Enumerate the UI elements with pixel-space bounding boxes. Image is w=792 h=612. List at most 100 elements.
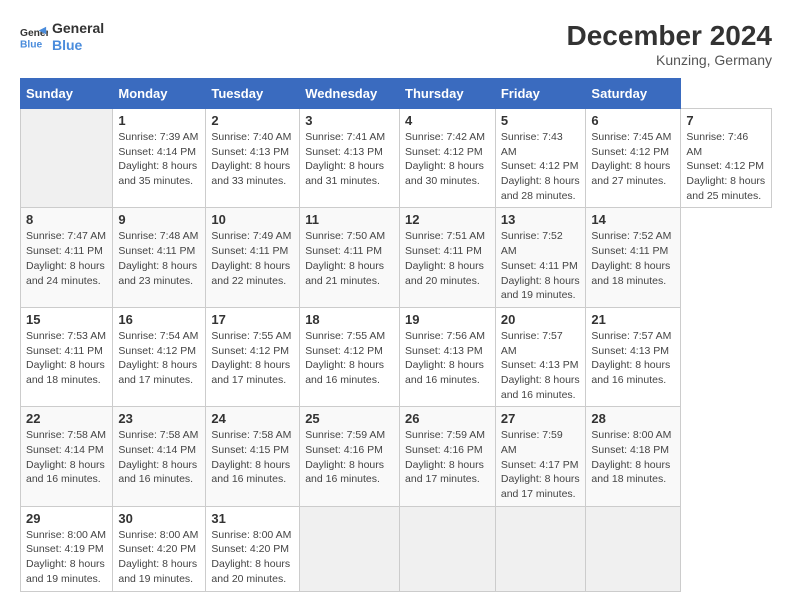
weekday-header-monday: Monday — [113, 79, 206, 109]
calendar-cell: 5 Sunrise: 7:43 AMSunset: 4:12 PMDayligh… — [495, 109, 586, 208]
day-number: 22 — [26, 411, 107, 426]
day-number: 13 — [501, 212, 581, 227]
calendar-cell: 9 Sunrise: 7:48 AMSunset: 4:11 PMDayligh… — [113, 208, 206, 307]
day-info: Sunrise: 7:52 AMSunset: 4:11 PMDaylight:… — [591, 229, 675, 288]
day-number: 12 — [405, 212, 490, 227]
day-number: 3 — [305, 113, 394, 128]
day-number: 30 — [118, 511, 200, 526]
calendar-cell: 1 Sunrise: 7:39 AMSunset: 4:14 PMDayligh… — [113, 109, 206, 208]
day-info: Sunrise: 7:51 AMSunset: 4:11 PMDaylight:… — [405, 229, 490, 288]
day-number: 21 — [591, 312, 675, 327]
calendar-cell — [400, 506, 496, 591]
day-info: Sunrise: 7:40 AMSunset: 4:13 PMDaylight:… — [211, 130, 294, 189]
week-row-4: 22 Sunrise: 7:58 AMSunset: 4:14 PMDaylig… — [21, 407, 772, 506]
day-number: 25 — [305, 411, 394, 426]
weekday-header-thursday: Thursday — [400, 79, 496, 109]
calendar-cell: 11 Sunrise: 7:50 AMSunset: 4:11 PMDaylig… — [300, 208, 400, 307]
title-block: December 2024 Kunzing, Germany — [567, 20, 772, 68]
day-number: 31 — [211, 511, 294, 526]
calendar-cell: 22 Sunrise: 7:58 AMSunset: 4:14 PMDaylig… — [21, 407, 113, 506]
week-row-3: 15 Sunrise: 7:53 AMSunset: 4:11 PMDaylig… — [21, 307, 772, 406]
day-info: Sunrise: 7:55 AMSunset: 4:12 PMDaylight:… — [211, 329, 294, 388]
calendar-cell: 17 Sunrise: 7:55 AMSunset: 4:12 PMDaylig… — [206, 307, 300, 406]
day-number: 6 — [591, 113, 675, 128]
location-subtitle: Kunzing, Germany — [567, 52, 772, 68]
calendar-cell: 30 Sunrise: 8:00 AMSunset: 4:20 PMDaylig… — [113, 506, 206, 591]
day-info: Sunrise: 7:42 AMSunset: 4:12 PMDaylight:… — [405, 130, 490, 189]
logo-icon: General Blue — [20, 23, 48, 51]
svg-text:Blue: Blue — [20, 39, 43, 50]
weekday-header-saturday: Saturday — [586, 79, 681, 109]
day-number: 2 — [211, 113, 294, 128]
calendar-cell — [586, 506, 681, 591]
day-number: 15 — [26, 312, 107, 327]
day-number: 11 — [305, 212, 394, 227]
calendar-cell: 4 Sunrise: 7:42 AMSunset: 4:12 PMDayligh… — [400, 109, 496, 208]
week-row-2: 8 Sunrise: 7:47 AMSunset: 4:11 PMDayligh… — [21, 208, 772, 307]
weekday-header-row: SundayMondayTuesdayWednesdayThursdayFrid… — [21, 79, 772, 109]
weekday-header-wednesday: Wednesday — [300, 79, 400, 109]
day-number: 18 — [305, 312, 394, 327]
day-number: 23 — [118, 411, 200, 426]
calendar-cell: 6 Sunrise: 7:45 AMSunset: 4:12 PMDayligh… — [586, 109, 681, 208]
calendar-cell: 31 Sunrise: 8:00 AMSunset: 4:20 PMDaylig… — [206, 506, 300, 591]
day-number: 1 — [118, 113, 200, 128]
day-info: Sunrise: 8:00 AMSunset: 4:19 PMDaylight:… — [26, 528, 107, 587]
day-info: Sunrise: 7:52 AMSunset: 4:11 PMDaylight:… — [501, 229, 581, 302]
day-number: 10 — [211, 212, 294, 227]
logo-line1: General — [52, 20, 104, 37]
day-info: Sunrise: 7:59 AMSunset: 4:17 PMDaylight:… — [501, 428, 581, 501]
page-header: General Blue General Blue December 2024 … — [20, 20, 772, 68]
week-row-5: 29 Sunrise: 8:00 AMSunset: 4:19 PMDaylig… — [21, 506, 772, 591]
calendar-cell: 7 Sunrise: 7:46 AMSunset: 4:12 PMDayligh… — [681, 109, 772, 208]
day-info: Sunrise: 7:49 AMSunset: 4:11 PMDaylight:… — [211, 229, 294, 288]
day-number: 17 — [211, 312, 294, 327]
day-number: 16 — [118, 312, 200, 327]
day-info: Sunrise: 7:39 AMSunset: 4:14 PMDaylight:… — [118, 130, 200, 189]
day-number: 5 — [501, 113, 581, 128]
calendar-cell: 15 Sunrise: 7:53 AMSunset: 4:11 PMDaylig… — [21, 307, 113, 406]
day-info: Sunrise: 7:58 AMSunset: 4:15 PMDaylight:… — [211, 428, 294, 487]
day-info: Sunrise: 7:59 AMSunset: 4:16 PMDaylight:… — [405, 428, 490, 487]
day-number: 24 — [211, 411, 294, 426]
calendar-cell: 3 Sunrise: 7:41 AMSunset: 4:13 PMDayligh… — [300, 109, 400, 208]
day-info: Sunrise: 8:00 AMSunset: 4:20 PMDaylight:… — [211, 528, 294, 587]
logo-line2: Blue — [52, 37, 104, 54]
day-number: 28 — [591, 411, 675, 426]
calendar-cell: 23 Sunrise: 7:58 AMSunset: 4:14 PMDaylig… — [113, 407, 206, 506]
calendar-cell — [495, 506, 586, 591]
calendar-cell: 19 Sunrise: 7:56 AMSunset: 4:13 PMDaylig… — [400, 307, 496, 406]
day-info: Sunrise: 8:00 AMSunset: 4:18 PMDaylight:… — [591, 428, 675, 487]
day-info: Sunrise: 7:45 AMSunset: 4:12 PMDaylight:… — [591, 130, 675, 189]
day-number: 19 — [405, 312, 490, 327]
weekday-header-friday: Friday — [495, 79, 586, 109]
day-number: 14 — [591, 212, 675, 227]
calendar-cell: 28 Sunrise: 8:00 AMSunset: 4:18 PMDaylig… — [586, 407, 681, 506]
day-info: Sunrise: 7:41 AMSunset: 4:13 PMDaylight:… — [305, 130, 394, 189]
calendar-cell: 16 Sunrise: 7:54 AMSunset: 4:12 PMDaylig… — [113, 307, 206, 406]
calendar-cell: 20 Sunrise: 7:57 AMSunset: 4:13 PMDaylig… — [495, 307, 586, 406]
calendar-cell: 25 Sunrise: 7:59 AMSunset: 4:16 PMDaylig… — [300, 407, 400, 506]
weekday-header-tuesday: Tuesday — [206, 79, 300, 109]
calendar-cell: 26 Sunrise: 7:59 AMSunset: 4:16 PMDaylig… — [400, 407, 496, 506]
day-number: 8 — [26, 212, 107, 227]
calendar-cell — [300, 506, 400, 591]
day-info: Sunrise: 7:54 AMSunset: 4:12 PMDaylight:… — [118, 329, 200, 388]
day-info: Sunrise: 7:46 AMSunset: 4:12 PMDaylight:… — [686, 130, 766, 203]
day-info: Sunrise: 7:47 AMSunset: 4:11 PMDaylight:… — [26, 229, 107, 288]
calendar-table: SundayMondayTuesdayWednesdayThursdayFrid… — [20, 78, 772, 592]
calendar-cell: 2 Sunrise: 7:40 AMSunset: 4:13 PMDayligh… — [206, 109, 300, 208]
day-info: Sunrise: 7:43 AMSunset: 4:12 PMDaylight:… — [501, 130, 581, 203]
weekday-header-sunday: Sunday — [21, 79, 113, 109]
calendar-cell: 14 Sunrise: 7:52 AMSunset: 4:11 PMDaylig… — [586, 208, 681, 307]
day-number: 27 — [501, 411, 581, 426]
day-number: 9 — [118, 212, 200, 227]
calendar-cell: 29 Sunrise: 8:00 AMSunset: 4:19 PMDaylig… — [21, 506, 113, 591]
calendar-cell: 27 Sunrise: 7:59 AMSunset: 4:17 PMDaylig… — [495, 407, 586, 506]
day-info: Sunrise: 7:50 AMSunset: 4:11 PMDaylight:… — [305, 229, 394, 288]
calendar-cell: 18 Sunrise: 7:55 AMSunset: 4:12 PMDaylig… — [300, 307, 400, 406]
day-info: Sunrise: 7:53 AMSunset: 4:11 PMDaylight:… — [26, 329, 107, 388]
calendar-cell: 10 Sunrise: 7:49 AMSunset: 4:11 PMDaylig… — [206, 208, 300, 307]
day-info: Sunrise: 7:58 AMSunset: 4:14 PMDaylight:… — [118, 428, 200, 487]
day-info: Sunrise: 7:56 AMSunset: 4:13 PMDaylight:… — [405, 329, 490, 388]
